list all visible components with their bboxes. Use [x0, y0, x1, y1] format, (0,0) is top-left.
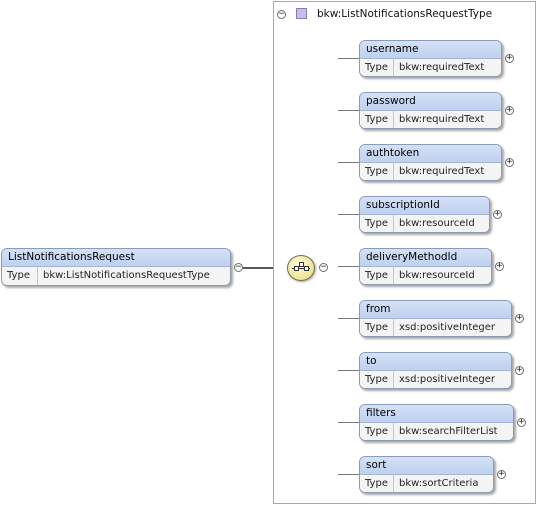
element-box-authtoken[interactable]: authtoken Type bkw:requiredText	[359, 144, 502, 181]
element-type-label: Type	[360, 59, 394, 76]
element-type-label: Type	[360, 475, 394, 492]
element-type-value: bkw:resourceId	[399, 270, 475, 281]
element-type-row: Type bkw:requiredText	[360, 111, 501, 128]
root-element-box[interactable]: ListNotificationsRequest Type bkw:ListNo…	[1, 248, 231, 286]
element-type-label: Type	[360, 319, 394, 336]
element-branch-line	[338, 266, 359, 267]
element-box-filters[interactable]: filters Type bkw:searchFilterList	[359, 404, 514, 441]
root-element-name: ListNotificationsRequest	[2, 249, 230, 267]
element-branch-line	[338, 214, 359, 215]
element-name: password	[360, 93, 501, 111]
element-type-label: Type	[360, 267, 394, 284]
element-name: from	[360, 301, 511, 319]
sequence-collapse-icon[interactable]: −	[319, 263, 328, 272]
element-type-label: Type	[360, 111, 394, 128]
element-box-username[interactable]: username Type bkw:requiredText	[359, 40, 502, 77]
element-type-value: bkw:sortCriteria	[399, 478, 479, 489]
expand-icon[interactable]: +	[505, 106, 514, 115]
element-name: authtoken	[360, 145, 501, 163]
element-type-label: Type	[360, 215, 394, 232]
element-type-row: Type xsd:positiveInteger	[360, 319, 511, 336]
element-branch-line	[338, 370, 359, 371]
element-name: deliveryMethodId	[360, 249, 491, 267]
element-name: sort	[360, 457, 493, 475]
element-type-row: Type bkw:requiredText	[360, 59, 501, 76]
root-type-label: Type	[2, 267, 38, 285]
element-type-label: Type	[360, 163, 394, 180]
root-collapse-icon[interactable]: −	[234, 263, 243, 272]
expand-icon[interactable]: +	[495, 262, 504, 271]
expand-icon[interactable]: +	[515, 366, 524, 375]
element-box-password[interactable]: password Type bkw:requiredText	[359, 92, 502, 129]
element-name: filters	[360, 405, 513, 423]
expand-icon[interactable]: +	[515, 314, 524, 323]
element-type-value: bkw:searchFilterList	[399, 426, 498, 437]
element-type-label: Type	[360, 371, 394, 388]
complex-type-name: bkw:ListNotificationsRequestType	[317, 8, 493, 20]
element-type-value: xsd:positiveInteger	[399, 374, 496, 385]
element-branch-line	[338, 110, 359, 111]
element-name: to	[360, 353, 511, 371]
element-box-to[interactable]: to Type xsd:positiveInteger	[359, 352, 512, 389]
type-collapse-icon[interactable]: −	[277, 10, 286, 19]
element-type-value: bkw:requiredText	[399, 62, 485, 73]
element-branch-line	[338, 474, 359, 475]
root-element-type-row: Type bkw:ListNotificationsRequestType	[2, 267, 230, 285]
element-type-row: Type bkw:requiredText	[360, 163, 501, 180]
element-type-row: Type xsd:positiveInteger	[360, 371, 511, 388]
sequence-compositor-icon[interactable]	[287, 255, 315, 281]
element-box-deliverymethodid[interactable]: deliveryMethodId Type bkw:resourceId	[359, 248, 492, 285]
expand-icon[interactable]: +	[493, 210, 502, 219]
element-type-value: bkw:requiredText	[399, 114, 485, 125]
complex-type-icon	[296, 8, 307, 19]
element-type-value: xsd:positiveInteger	[399, 322, 496, 333]
element-type-label: Type	[360, 423, 394, 440]
expand-icon[interactable]: +	[505, 54, 514, 63]
element-box-from[interactable]: from Type xsd:positiveInteger	[359, 300, 512, 337]
element-type-value: bkw:resourceId	[399, 218, 475, 229]
root-type-value: bkw:ListNotificationsRequestType	[43, 270, 210, 281]
element-branch-line	[338, 318, 359, 319]
expand-icon[interactable]: +	[497, 470, 506, 479]
element-type-row: Type bkw:searchFilterList	[360, 423, 513, 440]
element-box-subscriptionid[interactable]: subscriptionId Type bkw:resourceId	[359, 196, 490, 233]
expand-icon[interactable]: +	[517, 418, 526, 427]
element-type-row: Type bkw:sortCriteria	[360, 475, 493, 492]
element-type-value: bkw:requiredText	[399, 166, 485, 177]
element-name: subscriptionId	[360, 197, 489, 215]
element-branch-line	[338, 422, 359, 423]
element-branch-line	[338, 58, 359, 59]
expand-icon[interactable]: +	[505, 158, 514, 167]
element-box-sort[interactable]: sort Type bkw:sortCriteria	[359, 456, 494, 493]
element-type-row: Type bkw:resourceId	[360, 215, 489, 232]
element-type-row: Type bkw:resourceId	[360, 267, 491, 284]
element-branch-line	[338, 162, 359, 163]
element-name: username	[360, 41, 501, 59]
